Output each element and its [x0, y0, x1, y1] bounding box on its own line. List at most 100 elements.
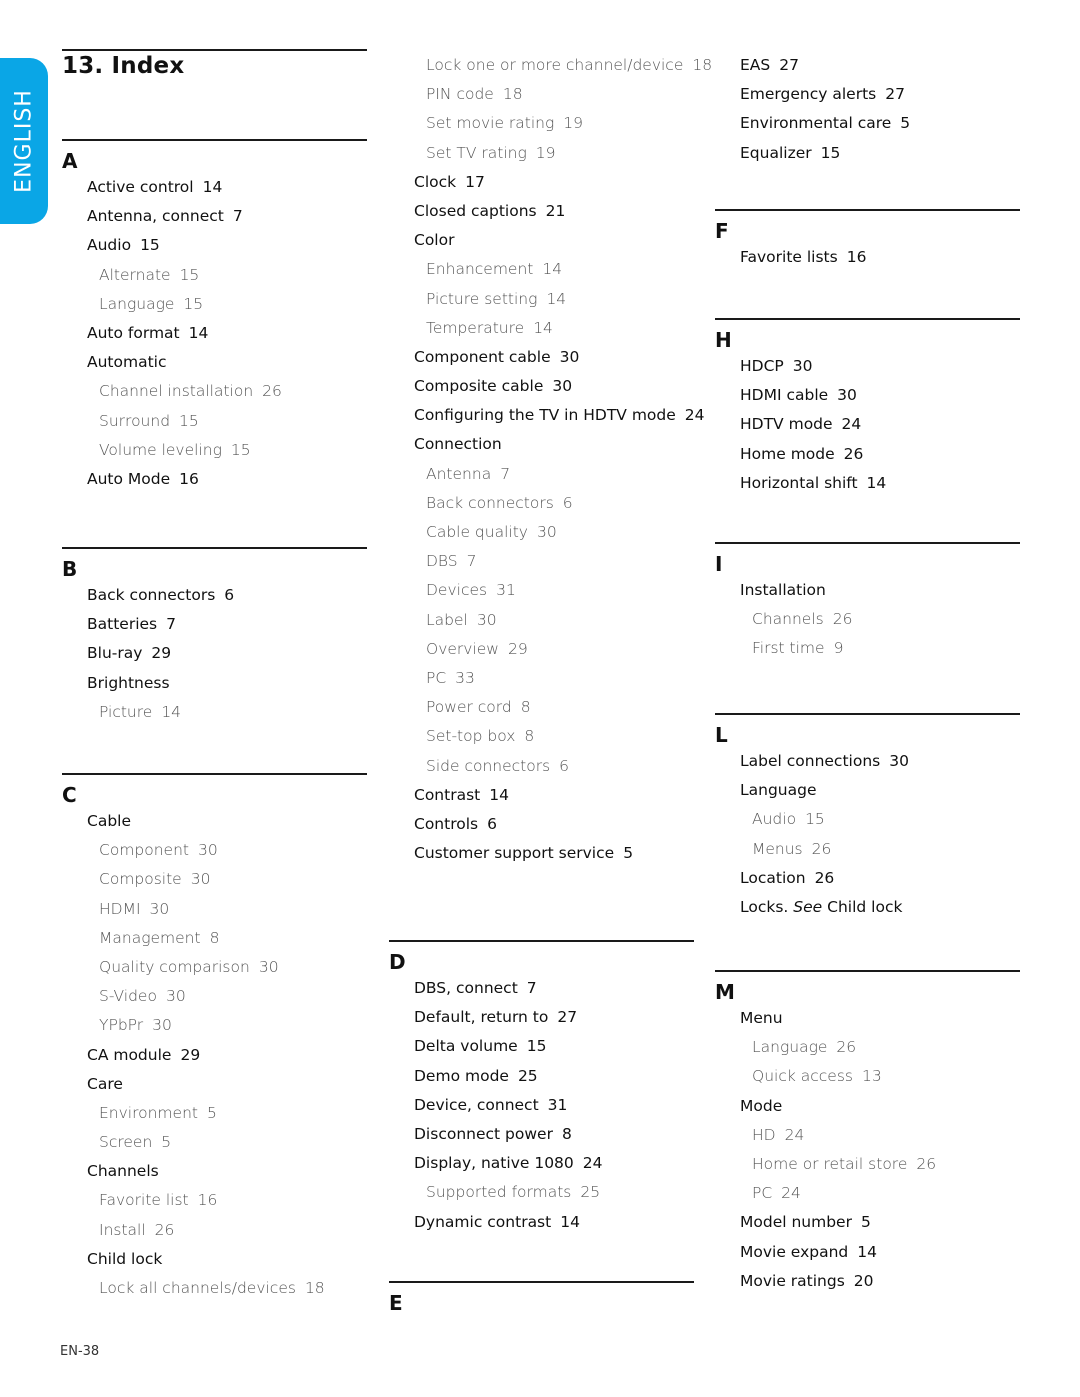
entry-page-number[interactable]: 7 — [166, 615, 176, 633]
index-entry[interactable]: Brightness — [62, 669, 367, 698]
entry-page-number[interactable]: 26 — [815, 869, 835, 887]
index-subentry[interactable]: HD 24 — [715, 1121, 1020, 1150]
entry-page-number[interactable]: 21 — [546, 202, 566, 220]
entry-page-number[interactable]: 14 — [189, 324, 209, 342]
index-entry[interactable]: CA module 29 — [62, 1041, 367, 1070]
index-entry[interactable]: Composite cable 30 — [389, 372, 694, 401]
entry-page-number[interactable]: 26 — [155, 1221, 175, 1239]
entry-page-number[interactable]: 19 — [536, 144, 556, 162]
index-subentry[interactable]: Enhancement 14 — [389, 255, 694, 284]
index-entry[interactable]: Clock 17 — [389, 168, 694, 197]
entry-page-number[interactable]: 8 — [562, 1125, 572, 1143]
entry-page-number[interactable]: 25 — [518, 1067, 538, 1085]
entry-page-number[interactable]: 18 — [692, 56, 712, 74]
entry-page-number[interactable]: 6 — [559, 757, 569, 775]
entry-page-number[interactable]: 6 — [224, 586, 234, 604]
entry-page-number[interactable]: 19 — [563, 114, 583, 132]
index-subentry[interactable]: First time 9 — [715, 634, 1020, 663]
entry-page-number[interactable]: 14 — [542, 260, 562, 278]
index-entry[interactable]: Auto format 14 — [62, 319, 367, 348]
index-entry[interactable]: Equalizer 15 — [715, 139, 1020, 168]
entry-page-number[interactable]: 15 — [183, 295, 203, 313]
index-entry[interactable]: Default, return to 27 — [389, 1003, 694, 1032]
index-entry[interactable]: Language — [715, 776, 1020, 805]
entry-page-number[interactable]: 16 — [179, 470, 199, 488]
entry-page-number[interactable]: 18 — [305, 1279, 325, 1297]
index-entry[interactable]: Display, native 1080 24 — [389, 1149, 694, 1178]
entry-page-number[interactable]: 13 — [862, 1067, 882, 1085]
index-subentry[interactable]: Antenna 7 — [389, 460, 694, 489]
index-subentry[interactable]: PC 24 — [715, 1179, 1020, 1208]
index-subentry[interactable]: DBS 7 — [389, 547, 694, 576]
entry-page-number[interactable]: 5 — [623, 844, 633, 862]
entry-page-number[interactable]: 30 — [198, 841, 218, 859]
index-subentry[interactable]: Temperature 14 — [389, 314, 694, 343]
index-entry[interactable]: Controls 6 — [389, 810, 694, 839]
index-subentry[interactable]: Label 30 — [389, 606, 694, 635]
index-entry[interactable]: Movie expand 14 — [715, 1238, 1020, 1267]
entry-page-number[interactable]: 14 — [867, 474, 887, 492]
entry-page-number[interactable]: 30 — [191, 870, 211, 888]
index-subentry[interactable]: HDMI 30 — [62, 895, 367, 924]
entry-page-number[interactable]: 9 — [834, 639, 844, 657]
index-entry[interactable]: Emergency alerts 27 — [715, 80, 1020, 109]
entry-page-number[interactable]: 30 — [537, 523, 557, 541]
index-entry[interactable]: Care — [62, 1070, 367, 1099]
index-subentry[interactable]: Channel installation 26 — [62, 377, 367, 406]
entry-page-number[interactable]: 30 — [152, 1016, 172, 1034]
entry-page-number[interactable]: 31 — [548, 1096, 568, 1114]
index-entry[interactable]: Disconnect power 8 — [389, 1120, 694, 1149]
index-entry[interactable]: Location 26 — [715, 864, 1020, 893]
entry-page-number[interactable]: 31 — [496, 581, 516, 599]
entry-page-number[interactable]: 30 — [889, 752, 909, 770]
index-subentry[interactable]: Overview 29 — [389, 635, 694, 664]
entry-page-number[interactable]: 15 — [805, 810, 825, 828]
entry-page-number[interactable]: 26 — [916, 1155, 936, 1173]
index-subentry[interactable]: Management 8 — [62, 924, 367, 953]
entry-page-number[interactable]: 7 — [233, 207, 243, 225]
index-subentry[interactable]: Devices 31 — [389, 576, 694, 605]
entry-page-number[interactable]: 18 — [503, 85, 523, 103]
index-entry[interactable]: HDTV mode 24 — [715, 410, 1020, 439]
entry-page-number[interactable]: 26 — [833, 610, 853, 628]
entry-page-number[interactable]: 30 — [552, 377, 572, 395]
index-entry[interactable]: EAS 27 — [715, 51, 1020, 80]
index-subentry[interactable]: PC 33 — [389, 664, 694, 693]
entry-page-number[interactable]: 7 — [527, 979, 537, 997]
index-entry[interactable]: Contrast 14 — [389, 781, 694, 810]
index-entry[interactable]: Delta volume 15 — [389, 1032, 694, 1061]
language-tab[interactable]: ENGLISH — [0, 58, 48, 224]
entry-page-number[interactable]: 6 — [563, 494, 573, 512]
entry-page-number[interactable]: 14 — [203, 178, 223, 196]
index-subentry[interactable]: Quality comparison 30 — [62, 953, 367, 982]
index-subentry[interactable]: Set-top box 8 — [389, 722, 694, 751]
index-subentry[interactable]: Channels 26 — [715, 605, 1020, 634]
entry-page-number[interactable]: 5 — [161, 1133, 171, 1151]
entry-page-number[interactable]: 14 — [533, 319, 553, 337]
index-subentry[interactable]: Back connectors 6 — [389, 489, 694, 518]
index-subentry[interactable]: Favorite list 16 — [62, 1186, 367, 1215]
index-entry[interactable]: Child lock — [62, 1245, 367, 1274]
index-entry[interactable]: Horizontal shift 14 — [715, 469, 1020, 498]
entry-page-number[interactable]: 24 — [685, 406, 705, 424]
entry-page-number[interactable]: 26 — [844, 445, 864, 463]
entry-page-number[interactable]: 20 — [854, 1272, 874, 1290]
entry-page-number[interactable]: 24 — [583, 1154, 603, 1172]
entry-page-number[interactable]: 6 — [487, 815, 497, 833]
index-entry[interactable]: HDCP 30 — [715, 352, 1020, 381]
entry-page-number[interactable]: 17 — [465, 173, 485, 191]
index-subentry[interactable]: Supported formats 25 — [389, 1178, 694, 1207]
index-entry[interactable]: DBS, connect 7 — [389, 974, 694, 1003]
index-entry[interactable]: Label connections 30 — [715, 747, 1020, 776]
entry-page-number[interactable]: 33 — [455, 669, 475, 687]
entry-page-number[interactable]: 30 — [793, 357, 813, 375]
entry-page-number[interactable]: 15 — [180, 266, 200, 284]
entry-page-number[interactable]: 29 — [180, 1046, 200, 1064]
index-entry[interactable]: Model number 5 — [715, 1208, 1020, 1237]
entry-page-number[interactable]: 24 — [842, 415, 862, 433]
entry-page-number[interactable]: 30 — [166, 987, 186, 1005]
index-entry[interactable]: Locks. See Child lock — [715, 893, 1020, 922]
index-subentry[interactable]: Alternate 15 — [62, 261, 367, 290]
index-subentry[interactable]: Install 26 — [62, 1216, 367, 1245]
entry-page-number[interactable]: 30 — [150, 900, 170, 918]
